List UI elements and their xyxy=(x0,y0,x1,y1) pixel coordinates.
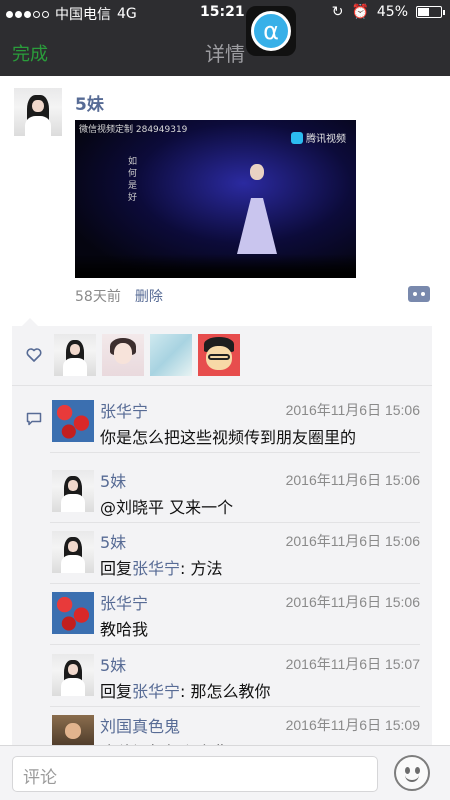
comment-item[interactable]: 张华宁 2016年11月6日 15:06 你是怎么把这些视频传到朋友圈里的 xyxy=(50,392,432,453)
tencent-video-icon xyxy=(291,131,303,144)
comment-text: 你是怎么把这些视频传到朋友圈里的 xyxy=(100,428,357,447)
commenter-name[interactable]: 5妹 xyxy=(100,468,126,492)
post-time: 58天前 xyxy=(75,289,121,305)
commenter-avatar[interactable] xyxy=(52,531,94,573)
post-meta: 58天前 删除 xyxy=(75,286,163,306)
like-avatar[interactable] xyxy=(150,334,192,376)
commenter-avatar[interactable] xyxy=(52,470,94,512)
likes-row xyxy=(12,326,432,386)
video-thumbnail[interactable]: 如何是好 微信视频定制 284949319 腾讯视频 xyxy=(75,120,356,278)
author-name[interactable]: 5妹 xyxy=(75,90,104,115)
commenter-avatar[interactable] xyxy=(52,654,94,696)
comment-text: @刘晓平 又来一个 xyxy=(100,498,234,517)
video-watermark: 微信视频定制 284949319 xyxy=(79,125,188,135)
heart-icon xyxy=(26,348,42,362)
commenter-name[interactable]: 张华宁 xyxy=(100,398,148,422)
status-bar: 中国电信 4G 15:21 ↻ ⏰ 45% xyxy=(0,0,450,26)
comment-icon xyxy=(26,412,42,426)
comment-menu-icon[interactable] xyxy=(408,286,430,302)
comment-item[interactable]: 5妹 2016年11月6日 15:06 回复张华宁: 方法 xyxy=(50,523,432,584)
video-logo: 腾讯视频 xyxy=(291,130,346,145)
comment-text: 教哈我 xyxy=(100,620,149,639)
panel-arrow xyxy=(22,318,38,326)
alpha-app-icon[interactable]: α xyxy=(246,6,296,56)
commenter-avatar[interactable] xyxy=(52,400,94,442)
nav-bar: 完成 详情 xyxy=(0,26,450,76)
comment-text: 回复张华宁: 方法 xyxy=(100,555,223,579)
signal-icon xyxy=(6,10,49,18)
status-time: 15:21 xyxy=(200,4,245,20)
like-avatar[interactable] xyxy=(54,334,96,376)
comment-item[interactable]: 5妹 2016年11月6日 15:06 @刘晓平 又来一个 xyxy=(50,462,432,523)
carrier-label: 中国电信 xyxy=(55,7,111,23)
commenter-name[interactable]: 5妹 xyxy=(100,529,126,553)
comment-time: 2016年11月6日 15:06 xyxy=(285,533,420,549)
commenter-name[interactable]: 刘国真色鬼 xyxy=(100,713,180,737)
comment-time: 2016年11月6日 15:09 xyxy=(285,717,420,733)
delete-button[interactable]: 删除 xyxy=(135,286,163,306)
reply-prefix: 回复 xyxy=(100,682,133,701)
battery-icon xyxy=(416,6,445,18)
like-avatar[interactable] xyxy=(102,334,144,376)
alarm-icon: ⏰ xyxy=(351,4,369,20)
battery-percent: 45% xyxy=(376,4,408,20)
comment-time: 2016年11月6日 15:06 xyxy=(285,594,420,610)
reply-prefix: 回复 xyxy=(100,559,133,578)
video-logo-text: 腾讯视频 xyxy=(306,134,346,145)
video-caption: 如何是好 xyxy=(126,156,136,204)
audience-shadow xyxy=(75,254,356,278)
status-left: 中国电信 4G xyxy=(6,4,137,24)
reply-body: : 那怎么教你 xyxy=(180,682,271,701)
commenter-name[interactable]: 张华宁 xyxy=(100,590,148,614)
interaction-panel: 张华宁 2016年11月6日 15:06 你是怎么把这些视频传到朋友圈里的 5妹… xyxy=(12,326,432,762)
comment-text: 回复张华宁: 那怎么教你 xyxy=(100,678,271,702)
reply-target[interactable]: 张华宁 xyxy=(132,559,180,578)
like-avatars xyxy=(54,334,240,376)
emoji-icon[interactable] xyxy=(394,755,430,791)
comment-item[interactable]: 5妹 2016年11月6日 15:07 回复张华宁: 那怎么教你 xyxy=(50,646,432,707)
like-avatar[interactable] xyxy=(198,334,240,376)
page-title: 详情 xyxy=(205,42,245,66)
author-avatar[interactable] xyxy=(14,88,62,136)
comment-input[interactable]: 评论 xyxy=(12,756,378,792)
comment-time: 2016年11月6日 15:06 xyxy=(285,472,420,488)
network-label: 4G xyxy=(117,6,137,22)
commenter-avatar[interactable] xyxy=(52,592,94,634)
reply-body: : 方法 xyxy=(180,559,223,578)
reply-target[interactable]: 张华宁 xyxy=(132,682,180,701)
rotation-lock-icon: ↻ xyxy=(331,4,344,20)
status-right: ↻ ⏰ 45% xyxy=(331,4,445,20)
comment-time: 2016年11月6日 15:07 xyxy=(285,656,420,672)
comment-time: 2016年11月6日 15:06 xyxy=(285,402,420,418)
comment-item[interactable]: 张华宁 2016年11月6日 15:06 教哈我 xyxy=(50,584,432,645)
singer-figure xyxy=(237,162,277,258)
comment-input-bar: 评论 xyxy=(0,745,450,800)
commenter-name[interactable]: 5妹 xyxy=(100,652,126,676)
alpha-symbol: α xyxy=(251,11,291,51)
